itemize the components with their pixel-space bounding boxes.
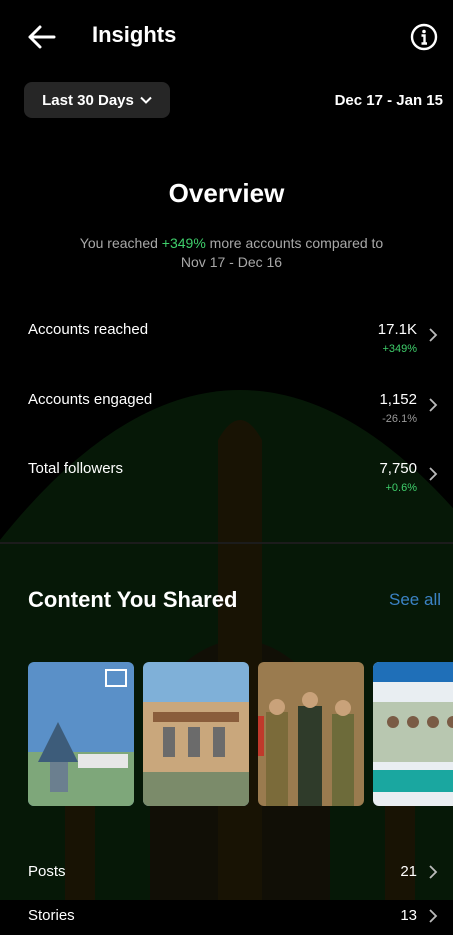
date-range-dropdown-label: Last 30 Days: [42, 91, 134, 109]
summary-highlight: +349%: [161, 235, 206, 251]
summary-suffix: more accounts compared to: [205, 235, 384, 251]
row-label: Stories: [28, 907, 75, 924]
content-section-title: Content You Shared: [28, 587, 238, 612]
content-row-stories[interactable]: Stories 13: [0, 907, 453, 935]
metric-accounts-engaged[interactable]: Accounts engaged 1,152 -26.1%: [0, 391, 453, 441]
metric-total-followers[interactable]: Total followers 7,750 +0.6%: [0, 460, 453, 510]
metric-label: Total followers: [28, 460, 124, 477]
overview-title: Overview: [168, 178, 285, 208]
metric-delta: +349%: [382, 343, 417, 355]
date-range-dropdown[interactable]: Last 30 Days: [24, 82, 170, 118]
overview-summary: You reached +349% more accounts compared…: [40, 234, 423, 272]
row-value: 13: [400, 907, 417, 924]
header-bar: Insights: [0, 0, 453, 74]
chevron-down-icon: [140, 96, 152, 104]
back-arrow-icon[interactable]: [24, 20, 58, 54]
metric-value: 1,152: [379, 391, 417, 408]
chevron-right-icon: [429, 467, 438, 481]
chevron-right-icon: [429, 865, 438, 879]
metric-value: 17.1K: [377, 321, 417, 338]
content-thumbnails: [28, 662, 453, 806]
thumbnail-image: [373, 662, 453, 806]
summary-comparison-range: Nov 17 - Dec 16: [180, 254, 283, 270]
thumbnail-image: [258, 662, 364, 806]
metric-delta: +0.6%: [385, 482, 418, 494]
see-all-link[interactable]: See all: [389, 590, 441, 610]
metric-accounts-reached[interactable]: Accounts reached 17.1K +349%: [0, 321, 453, 371]
info-icon[interactable]: [410, 23, 438, 51]
content-row-posts[interactable]: Posts 21: [0, 863, 453, 891]
section-divider: [0, 542, 453, 544]
metric-label: Accounts engaged: [28, 391, 153, 408]
metric-delta: -26.1%: [382, 413, 417, 425]
content-thumbnail[interactable]: [373, 662, 453, 806]
metric-value: 7,750: [379, 460, 417, 477]
chevron-right-icon: [429, 398, 438, 412]
summary-prefix: You reached: [79, 235, 162, 251]
row-value: 21: [400, 863, 417, 880]
page-title: Insights: [92, 22, 177, 47]
content-thumbnail[interactable]: [258, 662, 364, 806]
thumbnail-image: [143, 662, 249, 806]
content-thumbnail[interactable]: [28, 662, 134, 806]
content-thumbnail[interactable]: [143, 662, 249, 806]
metric-label: Accounts reached: [28, 321, 149, 338]
row-label: Posts: [28, 863, 66, 880]
chevron-right-icon: [429, 909, 438, 923]
chevron-right-icon: [429, 328, 438, 342]
date-range-text: Dec 17 - Jan 15: [334, 92, 443, 109]
thumbnail-image: [28, 662, 134, 806]
